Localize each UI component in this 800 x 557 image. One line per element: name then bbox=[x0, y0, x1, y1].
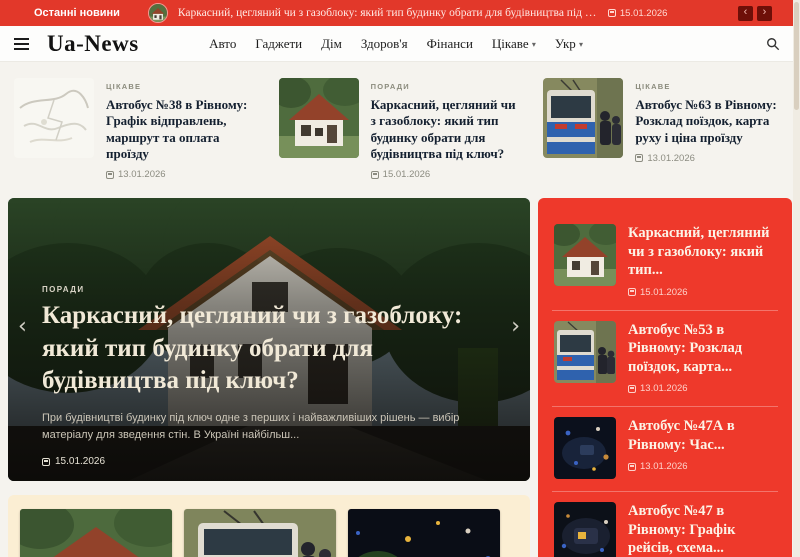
night-bus-photo-icon bbox=[554, 502, 616, 557]
ticker-prev-button[interactable]: ‹ bbox=[738, 5, 753, 21]
sidebar-article-title: Автобус №53 в Рівному: Розклад поїздок, … bbox=[628, 321, 743, 375]
house-photo-icon bbox=[278, 78, 359, 158]
scrollbar-thumb[interactable] bbox=[794, 2, 799, 110]
story-kicker: Цікаве bbox=[635, 82, 671, 91]
story-date: 13.01.2026 bbox=[106, 169, 257, 180]
sidebar-article[interactable]: Каркасний, цегляний чи з газоблоку: який… bbox=[552, 214, 778, 310]
story-date: 13.01.2026 bbox=[635, 153, 786, 164]
ticker-headline-link[interactable]: Каркасний, цегляний чи з газоблоку: який… bbox=[178, 7, 598, 19]
night-emergency-photo-icon bbox=[348, 509, 500, 557]
chevron-down-icon: ▾ bbox=[531, 39, 536, 49]
article-card-night-scene[interactable] bbox=[348, 509, 500, 557]
nav-item-language[interactable]: Укр ▾ bbox=[555, 36, 583, 52]
sidebar-article-title: Автобус №47А в Рівному: Час... bbox=[628, 418, 735, 453]
calendar-icon bbox=[628, 462, 636, 471]
breaking-news-label: Останні новини bbox=[34, 7, 120, 19]
calendar-icon bbox=[42, 457, 50, 466]
story-kicker: Цікаве bbox=[106, 82, 142, 91]
main-navigation: Авто Гаджети Дім Здоров'я Фінанси Цікаве… bbox=[209, 36, 583, 52]
night-street-photo-icon bbox=[554, 417, 616, 480]
sidebar-article[interactable]: Автобус №47 в Рівному: Графік рейсів, сх… bbox=[552, 491, 778, 557]
sidebar-article-title: Каркасний, цегляний чи з газоблоку: який… bbox=[628, 225, 770, 279]
page-content: Цікаве Автобус №38 в Рівному: Графік від… bbox=[0, 62, 800, 557]
trolleybus-photo-thumbnail bbox=[554, 320, 616, 383]
chevron-left-icon: ‹ bbox=[743, 5, 748, 18]
calendar-icon bbox=[370, 170, 379, 179]
house-photo-thumbnail bbox=[278, 78, 359, 158]
calendar-icon bbox=[628, 384, 636, 393]
night-photo-thumbnail bbox=[554, 502, 616, 557]
hamburger-menu-icon[interactable] bbox=[14, 35, 29, 53]
slider-prev-button[interactable]: ‹ bbox=[18, 316, 27, 338]
sidebar-article-date: 15.01.2026 bbox=[628, 287, 776, 298]
trolleybus-photo-icon bbox=[184, 509, 336, 557]
sidebar-article-date: 13.01.2026 bbox=[628, 461, 776, 472]
breaking-news-bar: Останні новини Каркасний, цегляний чи з … bbox=[0, 0, 800, 26]
house-photo-icon bbox=[554, 224, 616, 286]
chevron-right-icon: › bbox=[762, 5, 767, 18]
calendar-icon bbox=[607, 9, 616, 17]
nav-item-home[interactable]: Дім bbox=[321, 36, 342, 52]
more-articles-band bbox=[8, 495, 530, 557]
story-date: 15.01.2026 bbox=[370, 169, 522, 180]
hero-kicker: Поради bbox=[42, 285, 85, 295]
house-photo-thumbnail bbox=[554, 224, 616, 286]
calendar-icon bbox=[628, 288, 636, 297]
calendar-icon bbox=[635, 154, 644, 163]
trolleybus-photo-thumbnail bbox=[543, 78, 624, 158]
nav-item-gadgets[interactable]: Гаджети bbox=[255, 36, 302, 52]
nav-item-interesting[interactable]: Цікаве ▾ bbox=[492, 36, 536, 52]
site-logo[interactable]: Ua-News bbox=[47, 31, 139, 57]
trolleybus-photo-icon bbox=[554, 320, 616, 383]
chevron-left-icon: ‹ bbox=[18, 314, 27, 339]
top-story-card[interactable]: Цікаве Автобус №38 в Рівному: Графік від… bbox=[8, 72, 263, 186]
map-sketch-thumbnail bbox=[14, 78, 94, 158]
trolleybus-photo-icon bbox=[543, 78, 624, 158]
hero-date: 15.01.2026 bbox=[42, 456, 496, 467]
night-photo-thumbnail bbox=[554, 417, 616, 480]
story-title: Каркасний, цегляний чи з газоблоку: який… bbox=[370, 97, 516, 161]
latest-articles-sidebar: Каркасний, цегляний чи з газоблоку: який… bbox=[538, 198, 792, 557]
nav-item-auto[interactable]: Авто bbox=[209, 36, 236, 52]
house-photo-icon bbox=[148, 4, 167, 22]
page-scrollbar[interactable] bbox=[793, 0, 800, 557]
search-icon bbox=[767, 37, 780, 50]
ticker-article-thumbnail bbox=[147, 3, 168, 23]
site-header: Ua-News Авто Гаджети Дім Здоров'я Фінанс… bbox=[0, 26, 800, 62]
hero-excerpt: При будівництві будинку під ключ одне з … bbox=[42, 411, 460, 441]
article-card-house[interactable] bbox=[20, 509, 172, 557]
ticker-next-button[interactable]: › bbox=[757, 5, 772, 21]
slider-next-button[interactable]: › bbox=[511, 316, 520, 338]
house-photo-icon bbox=[20, 509, 172, 557]
nav-item-health[interactable]: Здоров'я bbox=[361, 36, 408, 52]
top-stories-row: Цікаве Автобус №38 в Рівному: Графік від… bbox=[8, 72, 792, 186]
featured-article-slide: ‹ › Поради Каркасний, цегляний чи з газо… bbox=[8, 198, 530, 481]
sidebar-article-title: Автобус №47 в Рівному: Графік рейсів, сх… bbox=[628, 503, 736, 557]
ticker-date: 15.01.2026 bbox=[607, 8, 667, 19]
chevron-right-icon: › bbox=[511, 314, 520, 339]
sidebar-article-date: 13.01.2026 bbox=[628, 383, 776, 394]
hero-title-link[interactable]: Каркасний, цегляний чи з газоблоку: який… bbox=[42, 300, 496, 398]
chevron-down-icon: ▾ bbox=[579, 39, 584, 49]
map-sketch-icon bbox=[14, 78, 94, 158]
top-story-card[interactable]: Поради Каркасний, цегляний чи з газоблок… bbox=[273, 72, 528, 186]
calendar-icon bbox=[106, 170, 114, 179]
story-kicker: Поради bbox=[370, 82, 410, 91]
sidebar-article[interactable]: Автобус №47А в Рівному: Час... 13.01.202… bbox=[552, 406, 778, 491]
article-card-trolleybus[interactable] bbox=[184, 509, 336, 557]
top-story-card[interactable]: Цікаве Автобус №63 в Рівному: Розклад по… bbox=[537, 72, 792, 186]
nav-item-finance[interactable]: Фінанси bbox=[427, 36, 473, 52]
sidebar-article[interactable]: Автобус №53 в Рівному: Розклад поїздок, … bbox=[552, 309, 778, 407]
search-button[interactable] bbox=[766, 37, 780, 51]
story-title: Автобус №38 в Рівному: Графік відправлен… bbox=[106, 97, 248, 161]
story-title: Автобус №63 в Рівному: Розклад поїздок, … bbox=[635, 97, 777, 145]
